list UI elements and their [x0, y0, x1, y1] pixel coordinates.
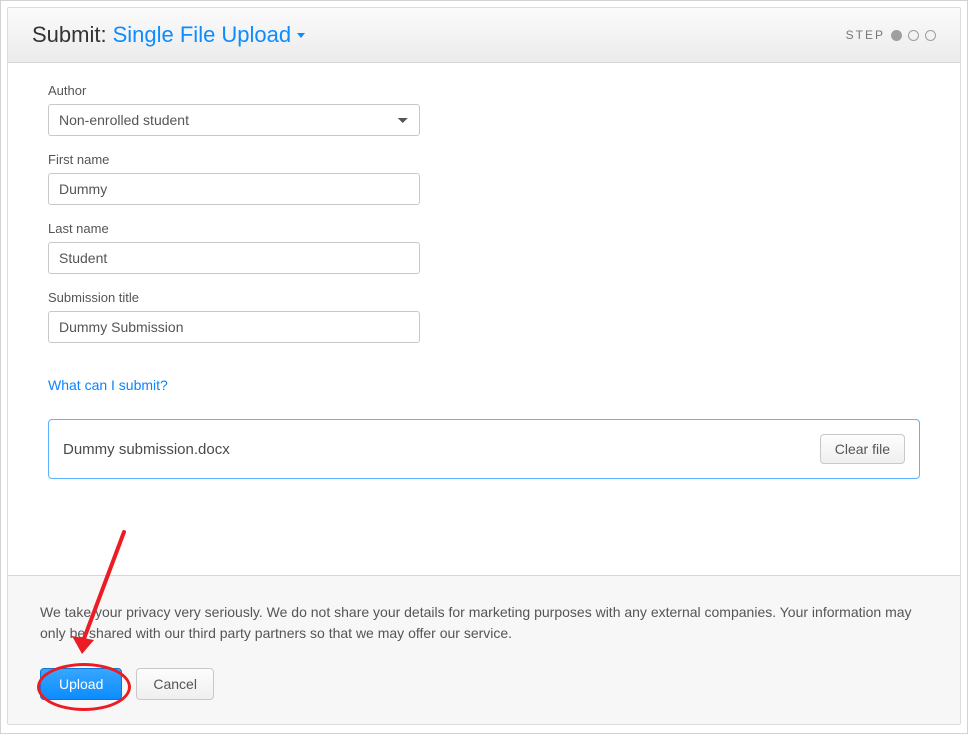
upload-mode-label: Single File Upload	[113, 22, 292, 48]
last-name-field: Last name	[48, 221, 448, 274]
title-group: Submit: Single File Upload	[32, 22, 305, 48]
what-can-i-submit-link[interactable]: What can I submit?	[48, 377, 920, 393]
step-1-icon	[891, 30, 902, 41]
step-label: STEP	[846, 28, 885, 42]
author-field: Author Non-enrolled student	[48, 83, 448, 136]
submission-title-input[interactable]	[48, 311, 420, 343]
first-name-field: First name	[48, 152, 448, 205]
panel-body: Author Non-enrolled student First name L…	[8, 63, 960, 575]
file-box: Dummy submission.docx Clear file	[48, 419, 920, 479]
submission-title-field: Submission title	[48, 290, 448, 343]
page-root: Submit: Single File Upload STEP Author N…	[0, 0, 968, 734]
step-indicator: STEP	[846, 28, 936, 42]
step-2-icon	[908, 30, 919, 41]
title-prefix: Submit:	[32, 22, 107, 48]
submission-title-label: Submission title	[48, 290, 448, 305]
upload-button[interactable]: Upload	[40, 668, 122, 700]
step-3-icon	[925, 30, 936, 41]
clear-file-button[interactable]: Clear file	[820, 434, 905, 464]
author-select[interactable]: Non-enrolled student	[48, 104, 420, 136]
cancel-button[interactable]: Cancel	[136, 668, 214, 700]
author-label: Author	[48, 83, 448, 98]
last-name-label: Last name	[48, 221, 448, 236]
file-name-text: Dummy submission.docx	[63, 441, 230, 458]
submit-panel: Submit: Single File Upload STEP Author N…	[7, 7, 961, 725]
panel-footer: We take your privacy very seriously. We …	[8, 575, 960, 724]
upload-mode-dropdown[interactable]: Single File Upload	[113, 22, 306, 48]
first-name-input[interactable]	[48, 173, 420, 205]
first-name-label: First name	[48, 152, 448, 167]
button-row: Upload Cancel	[40, 668, 928, 700]
caret-down-icon	[297, 33, 305, 38]
panel-header: Submit: Single File Upload STEP	[8, 8, 960, 63]
privacy-text: We take your privacy very seriously. We …	[40, 602, 928, 644]
last-name-input[interactable]	[48, 242, 420, 274]
